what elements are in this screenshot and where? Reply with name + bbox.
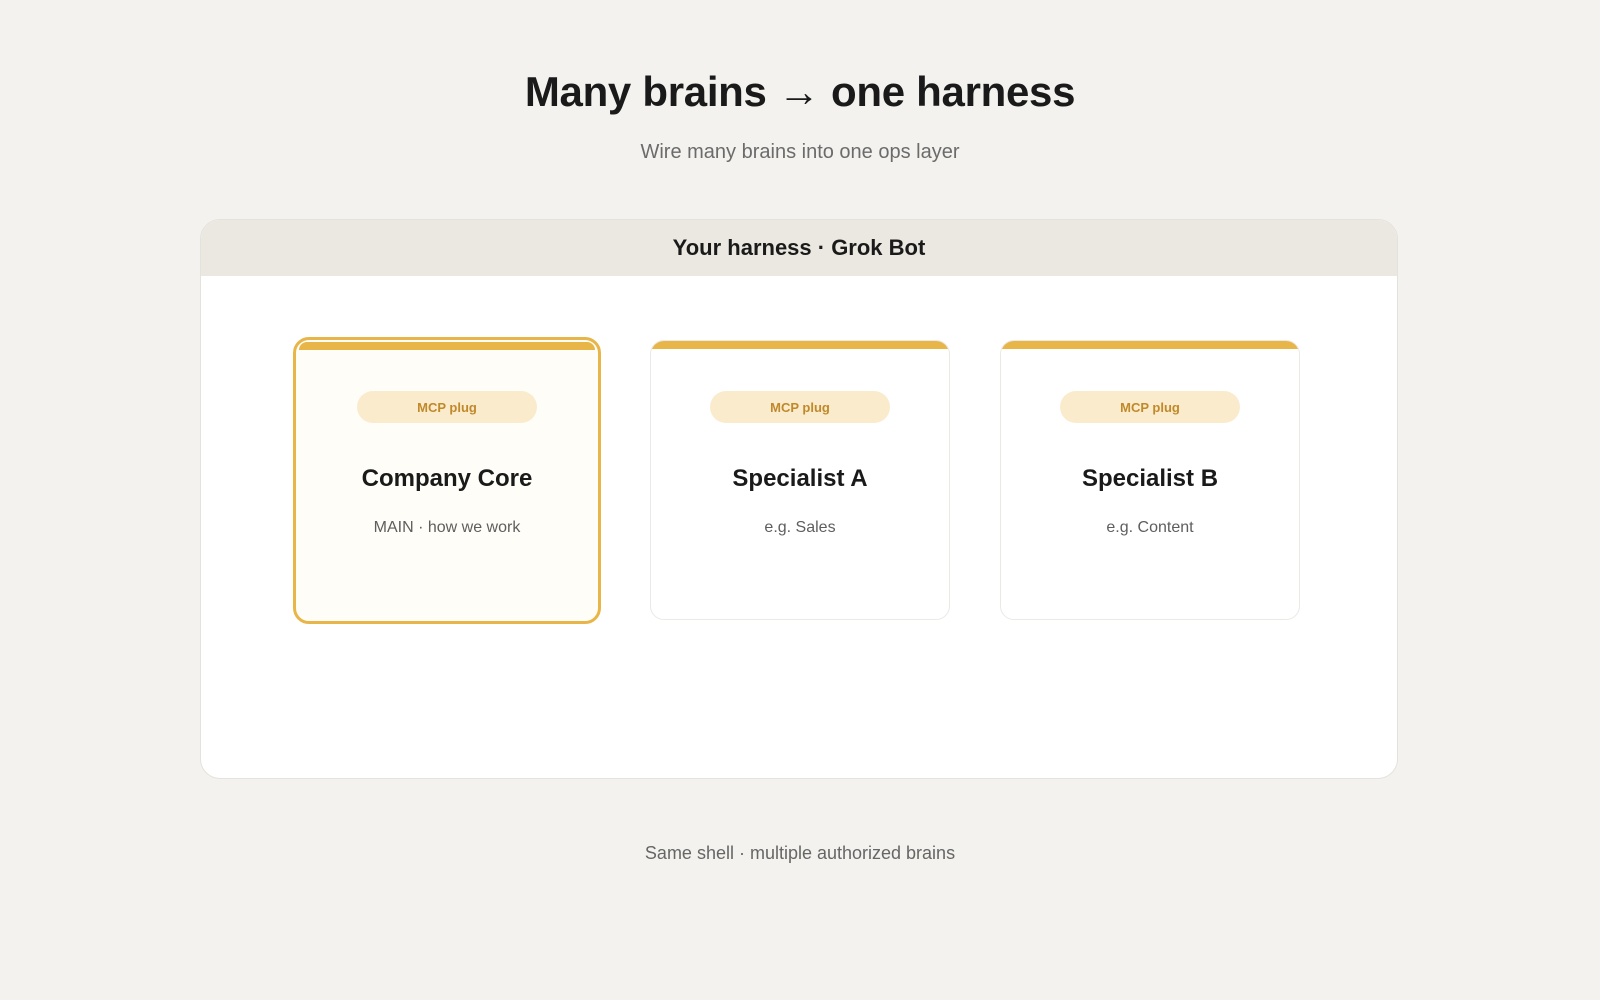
brain-card-company-core[interactable]: MCP plug Company Core MAIN · how we work <box>293 337 601 624</box>
page-title: Many brains → one harness <box>524 68 1076 115</box>
mcp-plug-badge: MCP plug <box>1060 391 1240 423</box>
brain-description: MAIN · how we work <box>373 519 521 536</box>
harness-label: Your harness · Grok Bot <box>672 235 926 260</box>
brain-description: e.g. Content <box>1106 519 1194 536</box>
card-accent-bar <box>299 342 595 350</box>
brain-card-specialist-b[interactable]: MCP plug Specialist B e.g. Content <box>1000 340 1300 620</box>
brain-name: Company Core <box>361 465 533 492</box>
brain-name: Specialist B <box>1081 465 1219 492</box>
harness-panel: Your harness · Grok Bot MCP plug Company… <box>200 219 1398 779</box>
page-subtitle: Wire many brains into one ops layer <box>640 141 960 163</box>
footer-caption: Same shell · multiple authorized brains <box>644 843 956 863</box>
card-accent-bar <box>651 341 949 349</box>
mcp-plug-badge: MCP plug <box>710 391 890 423</box>
harness-header: Your harness · Grok Bot <box>201 220 1397 276</box>
card-accent-bar <box>1001 341 1299 349</box>
mcp-plug-badge: MCP plug <box>357 391 537 423</box>
brain-name: Specialist A <box>732 465 868 492</box>
brain-card-specialist-a[interactable]: MCP plug Specialist A e.g. Sales <box>650 340 950 620</box>
brain-description: e.g. Sales <box>764 519 836 536</box>
